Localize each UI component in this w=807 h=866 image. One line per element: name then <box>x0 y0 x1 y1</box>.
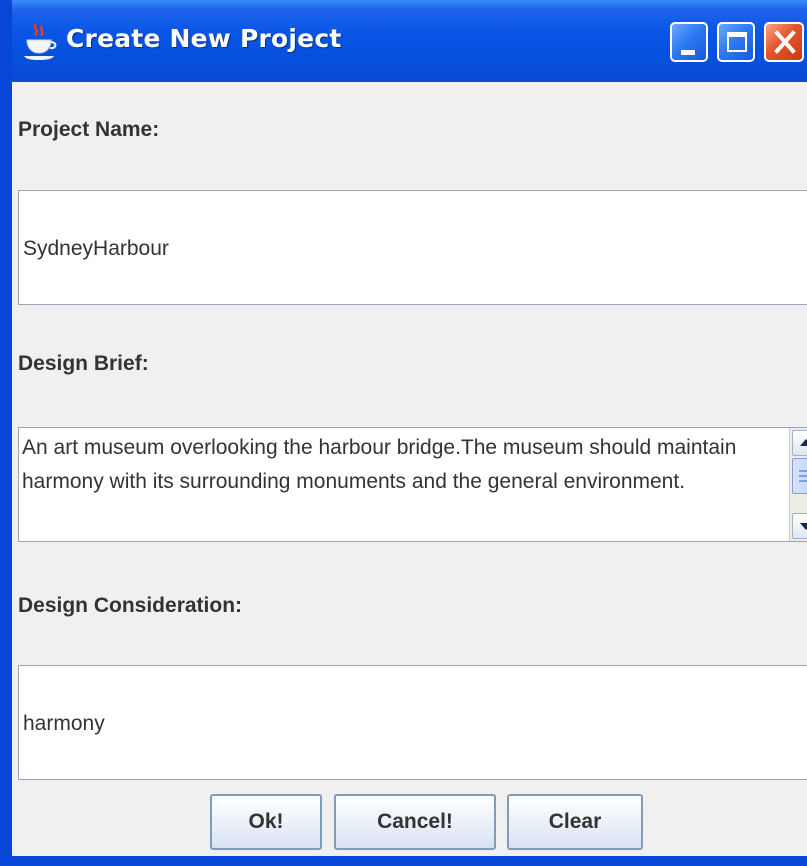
close-button[interactable] <box>764 22 804 62</box>
maximize-icon <box>727 32 747 52</box>
create-project-window: Create New Project Project Name: SydneyH… <box>0 0 807 866</box>
window-title: Create New Project <box>66 24 342 53</box>
design-consideration-field[interactable]: harmony <box>18 665 807 780</box>
title-bar[interactable]: Create New Project <box>12 0 807 82</box>
vertical-scrollbar[interactable] <box>789 428 807 541</box>
scroll-thumb[interactable] <box>792 458 807 494</box>
design-consideration-value: harmony <box>23 712 105 735</box>
design-brief-label: Design Brief: <box>18 352 149 375</box>
project-name-value: SydneyHarbour <box>23 237 169 260</box>
maximize-button[interactable] <box>717 22 755 62</box>
java-cup-icon <box>24 23 57 60</box>
project-name-field[interactable]: SydneyHarbour <box>18 190 807 305</box>
scroll-up-arrow-icon[interactable] <box>792 430 807 456</box>
grip-line <box>799 470 807 472</box>
design-consideration-label: Design Consideration: <box>18 594 243 617</box>
grip-line <box>799 475 807 477</box>
design-brief-textarea[interactable]: An art museum overlooking the harbour br… <box>18 427 807 542</box>
minimize-button[interactable] <box>670 22 708 62</box>
minimize-icon <box>681 50 695 55</box>
scroll-down-arrow-icon[interactable] <box>792 513 807 539</box>
grip-line <box>799 480 807 482</box>
ok-button[interactable]: Ok! <box>210 794 322 850</box>
project-name-label: Project Name: <box>18 118 160 141</box>
dialog-content: Project Name: SydneyHarbour Design Brief… <box>12 82 807 856</box>
clear-button[interactable]: Clear <box>507 794 643 850</box>
cancel-button[interactable]: Cancel! <box>334 794 496 850</box>
close-icon <box>774 30 796 54</box>
design-brief-value: An art museum overlooking the harbour br… <box>22 436 737 493</box>
